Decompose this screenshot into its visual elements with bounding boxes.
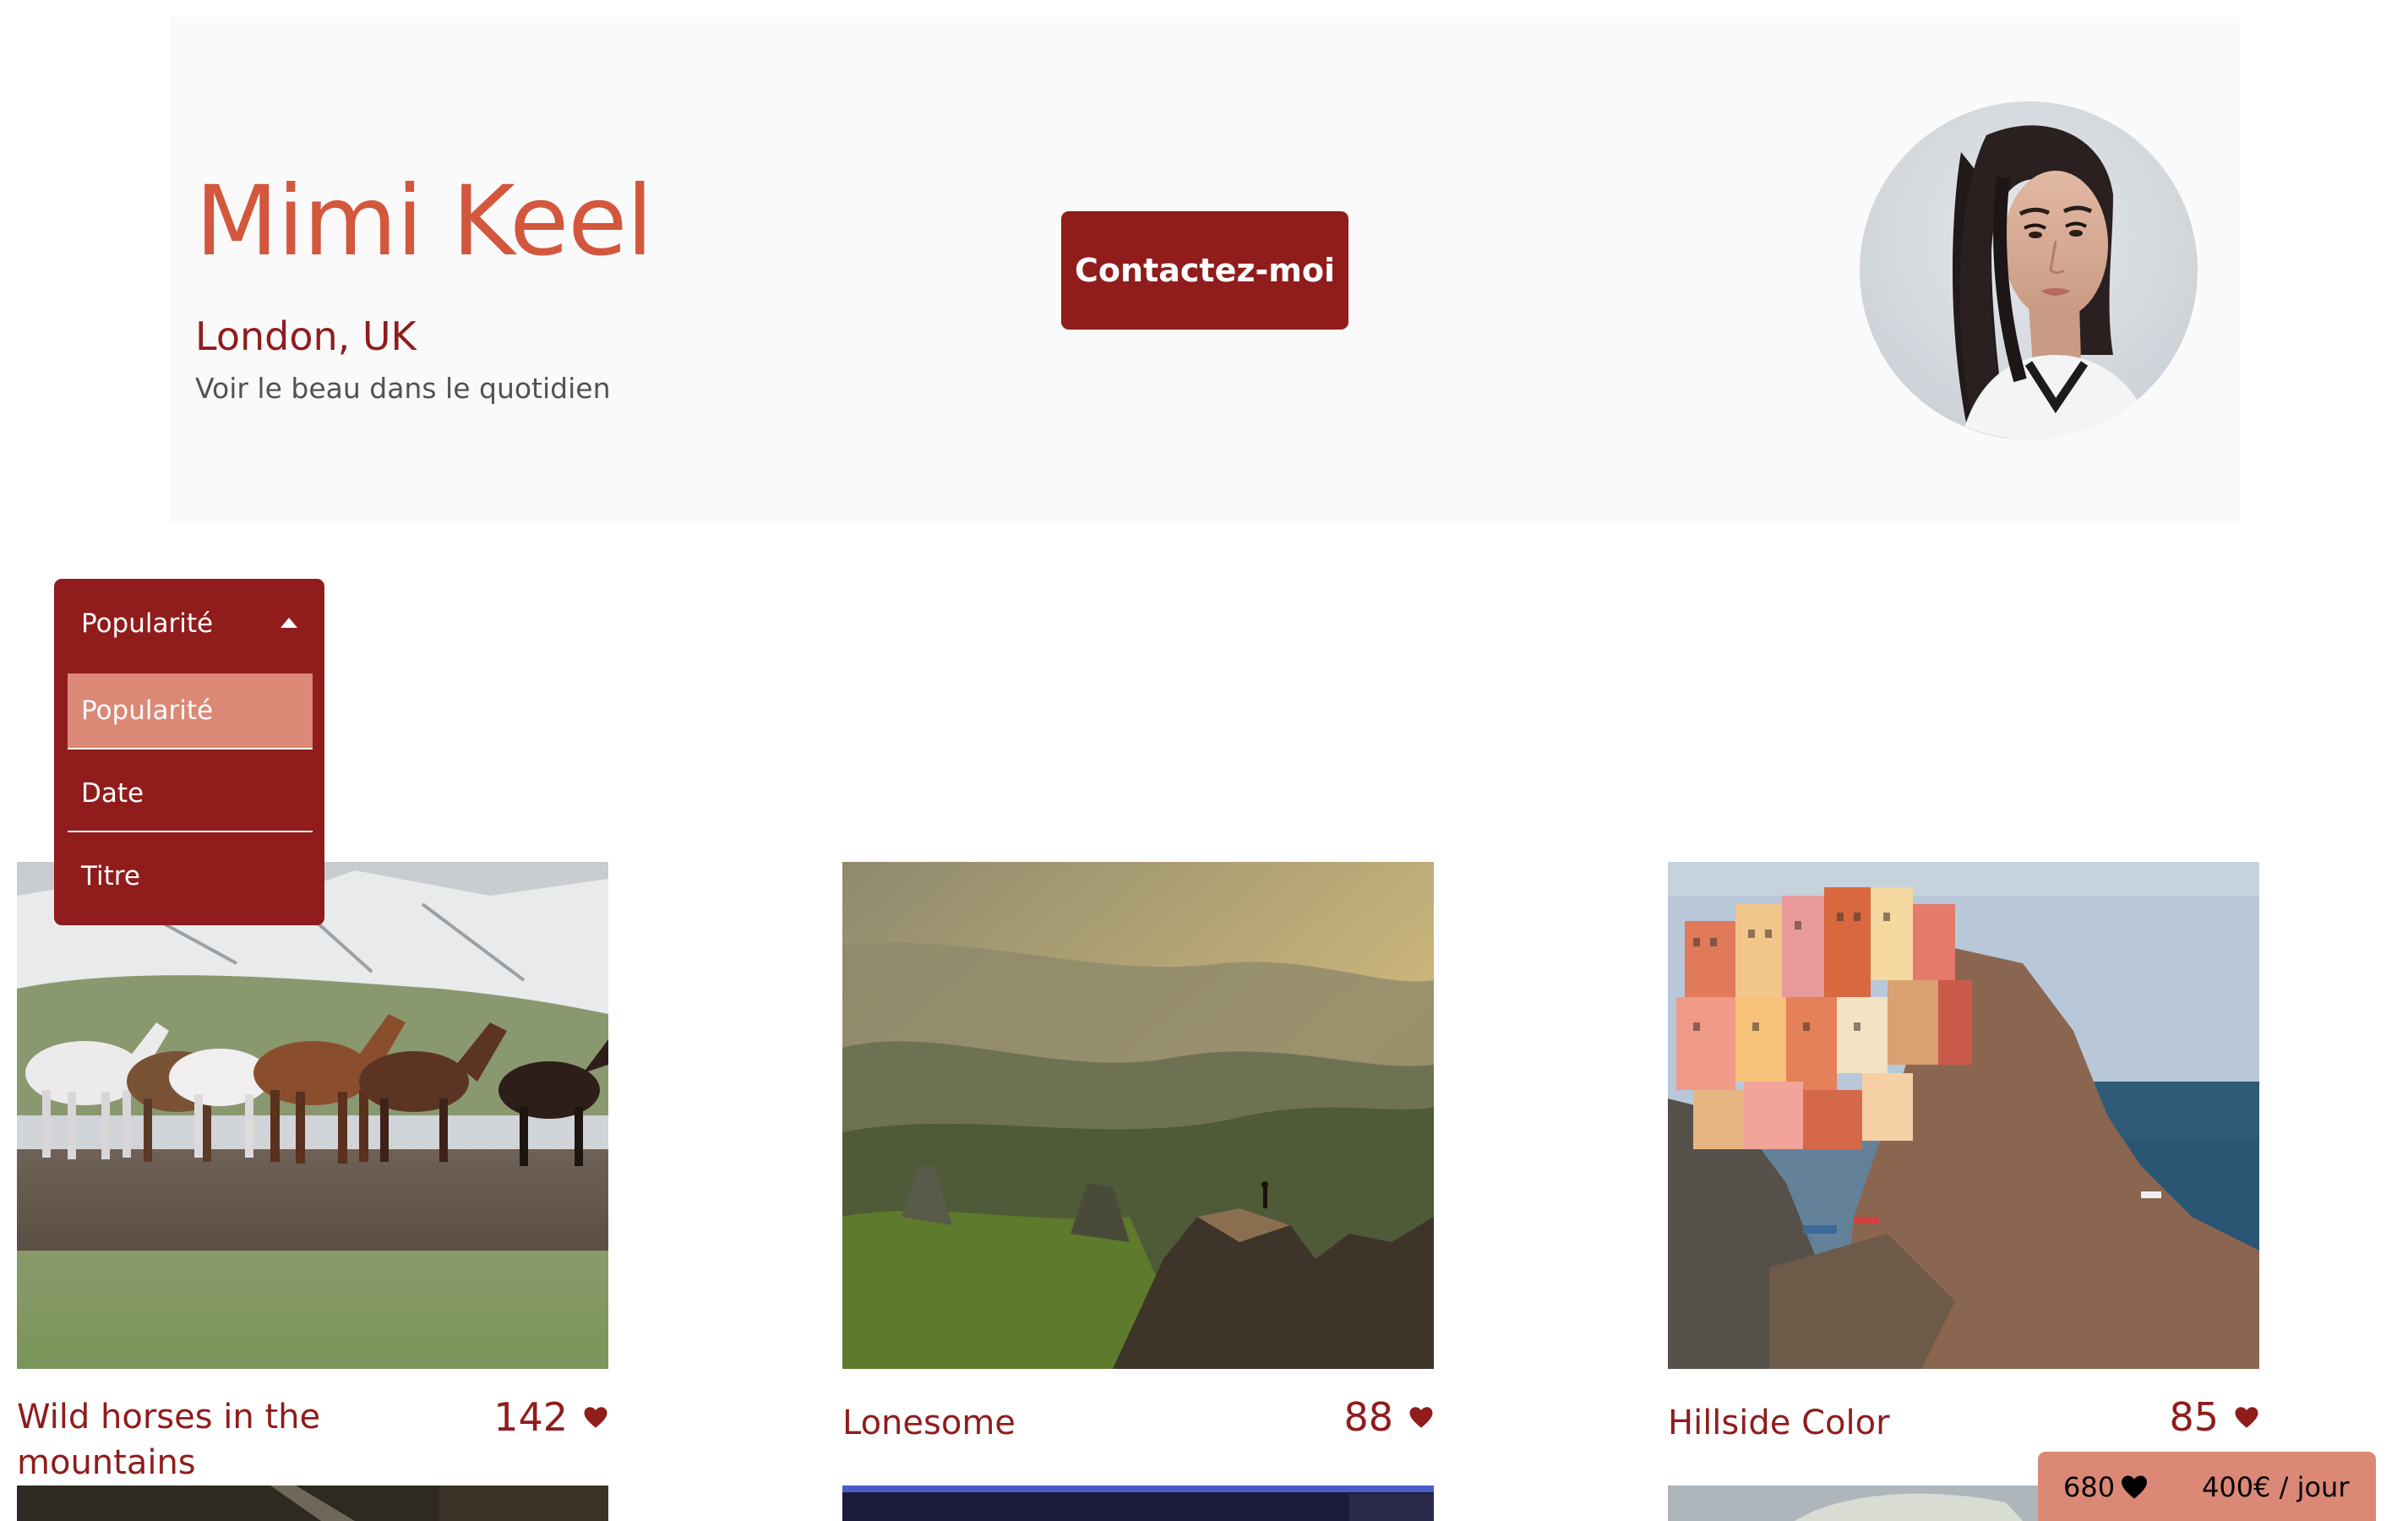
photographer-tagline: Voir le beau dans le quotidien: [195, 372, 611, 405]
heart-icon: [2122, 1475, 2148, 1499]
photographer-location: London, UK: [195, 313, 417, 359]
sort-selected-label: Popularité: [81, 608, 214, 639]
media-like-count: 142: [493, 1394, 568, 1440]
photographer-stats-badge: 680 400€ / jour: [2038, 1452, 2376, 1521]
avatar-portrait: [1860, 101, 2198, 439]
media-likes: 142: [493, 1396, 608, 1438]
media-thumbnail[interactable]: [17, 862, 608, 1369]
media-title: Wild horses in the mountains: [17, 1398, 321, 1482]
chevron-up-icon: [281, 618, 297, 628]
media-title: Hillside Color: [1668, 1404, 1890, 1442]
heart-icon[interactable]: [2234, 1406, 2259, 1429]
sort-divider: [68, 831, 313, 832]
heart-icon[interactable]: [583, 1406, 608, 1429]
sort-divider: [68, 748, 313, 750]
sort-option-popularite[interactable]: Popularité: [68, 673, 313, 748]
media-thumbnail[interactable]: [1668, 862, 2259, 1369]
sort-dropdown[interactable]: Popularité Popularité Date Titre: [54, 579, 324, 925]
media-title: Lonesome: [842, 1404, 1016, 1442]
photographer-header: Mimi Keel London, UK Voir le beau dans l…: [170, 17, 2240, 524]
daily-price: 400€ / jour: [2202, 1471, 2350, 1503]
media-thumbnail[interactable]: [842, 1486, 1434, 1521]
media-thumbnail[interactable]: [842, 862, 1434, 1369]
photographer-avatar: [1860, 101, 2198, 439]
media-likes: 85: [2169, 1396, 2259, 1438]
media-like-count: 85: [2169, 1394, 2219, 1440]
sort-option-date[interactable]: Date: [68, 756, 313, 831]
heart-icon[interactable]: [1408, 1406, 1434, 1429]
total-likes: 680: [2063, 1471, 2149, 1503]
total-likes-count: 680: [2063, 1471, 2116, 1503]
media-likes: 88: [1343, 1396, 1434, 1438]
sort-selected-button[interactable]: Popularité: [54, 579, 324, 668]
contact-button[interactable]: Contactez-moi: [1061, 211, 1348, 330]
media-like-count: 88: [1343, 1394, 1393, 1440]
sort-option-titre[interactable]: Titre: [68, 839, 313, 913]
photographer-name: Mimi Keel: [195, 165, 653, 277]
media-thumbnail[interactable]: [17, 1486, 608, 1521]
